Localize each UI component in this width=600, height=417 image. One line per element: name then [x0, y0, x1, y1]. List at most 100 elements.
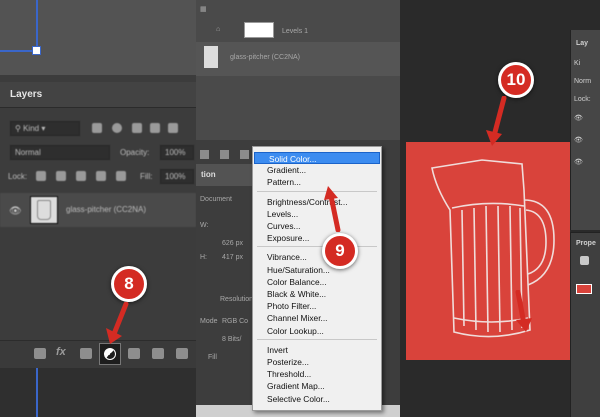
- layers-bottom-toolbar: [0, 340, 196, 368]
- menu-item[interactable]: Color Balance...: [267, 276, 327, 288]
- fx-icon[interactable]: fx: [56, 346, 66, 358]
- menu-item[interactable]: Solid Color...: [254, 152, 380, 164]
- shape-filter-icon[interactable]: [150, 123, 160, 133]
- menu-item[interactable]: Pattern...: [267, 176, 301, 188]
- w-label: W:: [200, 222, 209, 229]
- link-icon[interactable]: [200, 150, 209, 159]
- kind-label[interactable]: Ki: [574, 60, 580, 67]
- step-callout: 10: [498, 62, 534, 98]
- arrow-icon: [106, 302, 129, 344]
- eye-icon[interactable]: 👁: [9, 206, 22, 217]
- layer-mask-icon[interactable]: [240, 150, 249, 159]
- opacity-label: Opacity:: [120, 148, 150, 157]
- solid-color-icon: [580, 256, 589, 265]
- adjustment-layer-menu: Solid Color... Gradient... Pattern... Brigh…: [252, 146, 382, 411]
- canvas-result-panel: Lay Ki Norm Lock: 👁 👁 👁 Prope 10: [400, 0, 600, 417]
- lock-label: Lock:: [8, 172, 28, 181]
- properties-title: Prope: [576, 240, 596, 247]
- adjustment-filter-icon[interactable]: [112, 123, 122, 133]
- fill-label: Fill: [208, 354, 217, 361]
- h-label: H:: [200, 254, 207, 261]
- lock-label: Lock:: [574, 96, 591, 103]
- folder-icon[interactable]: [128, 348, 140, 359]
- type-filter-icon[interactable]: [132, 123, 142, 133]
- new-layer-icon[interactable]: [152, 348, 164, 359]
- lock-artboard-icon[interactable]: [96, 171, 106, 181]
- arrow-icon: [515, 290, 532, 332]
- blend-mode-dropdown[interactable]: Normal: [10, 145, 110, 160]
- lock-brush-icon[interactable]: [56, 171, 66, 181]
- menu-item[interactable]: Selective Color...: [267, 393, 330, 405]
- checker-icon: ▦: [200, 6, 207, 13]
- menu-item[interactable]: Vibrance...: [267, 251, 307, 263]
- layers-panel-left: Layers ⚲ Kind ▾ Normal Opacity: 100% Loc…: [0, 0, 196, 417]
- menu-separator: [257, 338, 377, 340]
- layer-name: glass-pitcher (CC2NA): [66, 205, 147, 214]
- filter-kind-dropdown[interactable]: ⚲ Kind ▾: [10, 121, 80, 136]
- eye-icon[interactable]: 👁: [574, 114, 583, 122]
- link-icon[interactable]: [34, 348, 46, 359]
- search-icon: ⚲: [15, 124, 24, 133]
- opacity-field[interactable]: 100%: [160, 145, 194, 160]
- lock-all-icon[interactable]: [116, 171, 126, 181]
- menu-item[interactable]: Exposure...: [267, 232, 309, 244]
- fill-label: Fill:: [140, 172, 153, 181]
- menu-item[interactable]: Hue/Saturation...: [267, 264, 330, 276]
- levels-layer-name: Levels 1: [282, 28, 309, 35]
- layer-name: glass-pitcher (CC2NA): [230, 54, 301, 61]
- menu-item[interactable]: Curves...: [267, 220, 301, 232]
- blend-mode-value[interactable]: Norm: [574, 78, 591, 85]
- properties-tab-label: tion: [201, 170, 216, 179]
- kind-label: Kind: [23, 124, 40, 133]
- adjustment-icon: ⌂: [216, 26, 221, 33]
- canvas-area: [0, 368, 196, 417]
- opacity-value: 100%: [165, 148, 186, 157]
- smart-object-filter-icon[interactable]: [168, 123, 178, 133]
- arrow-icon: [324, 186, 341, 232]
- menu-item[interactable]: Channel Mixer...: [267, 312, 328, 324]
- menu-item[interactable]: Invert: [267, 344, 288, 356]
- pitcher-thumbnail-icon: [37, 200, 51, 220]
- menu-item[interactable]: Posterize...: [267, 356, 309, 368]
- menu-item[interactable]: Threshold...: [267, 368, 311, 380]
- resolution-label: Resolution: [220, 296, 254, 303]
- mode-value: RGB Co: [222, 318, 249, 325]
- height-value: 417 px: [222, 254, 244, 261]
- layers-panel-header[interactable]: Layers: [0, 82, 196, 108]
- lock-move-icon[interactable]: [76, 171, 86, 181]
- menu-item[interactable]: Black & White...: [267, 288, 326, 300]
- layer-mask-thumbnail: [244, 22, 274, 38]
- canvas-area: [0, 0, 196, 75]
- image-filter-icon[interactable]: [92, 123, 102, 133]
- document-label: Document: [200, 196, 232, 203]
- menu-item[interactable]: Gradient...: [267, 164, 306, 176]
- adjustment-layer-icon: [104, 348, 116, 360]
- layers-title: Lay: [576, 40, 589, 47]
- blend-mode-value: Normal: [15, 148, 41, 157]
- menu-item[interactable]: Color Lookup...: [267, 325, 324, 337]
- width-value: 626 px: [222, 240, 244, 247]
- mode-label: Mode: [200, 318, 218, 325]
- menu-item[interactable]: Levels...: [267, 208, 298, 220]
- eye-icon[interactable]: 👁: [574, 136, 583, 144]
- layers-title: Layers: [10, 89, 43, 100]
- layer-thumbnail: [204, 46, 218, 68]
- fill-value: 100%: [165, 172, 186, 181]
- bits-value: 8 Bits/: [222, 336, 242, 343]
- step-callout: 9: [322, 233, 358, 269]
- trash-icon[interactable]: [176, 348, 188, 359]
- layer-mask-icon[interactable]: [80, 348, 92, 359]
- guide-anchor[interactable]: [32, 46, 41, 55]
- step-callout: 8: [111, 266, 147, 302]
- fill-field[interactable]: 100%: [160, 169, 194, 184]
- fx-icon[interactable]: [220, 150, 229, 159]
- properties-tab[interactable]: tion: [196, 164, 256, 186]
- glass-pitcher-image: [431, 159, 555, 338]
- menu-item[interactable]: Photo Filter...: [267, 300, 316, 312]
- menu-item[interactable]: Gradient Map...: [267, 380, 325, 392]
- fill-color-swatch[interactable]: [576, 284, 592, 294]
- eye-icon[interactable]: 👁: [574, 158, 583, 166]
- guide-line: [36, 0, 38, 50]
- lock-transparency-icon[interactable]: [36, 171, 46, 181]
- menu-separator: [257, 246, 377, 248]
